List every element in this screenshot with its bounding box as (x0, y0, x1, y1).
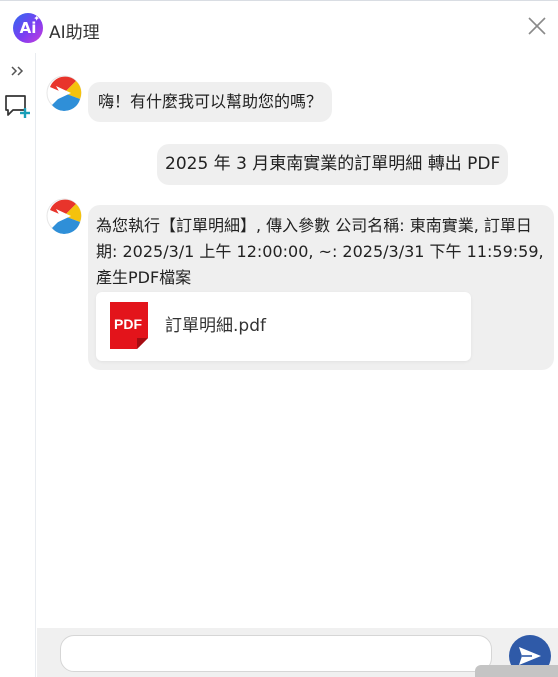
assistant-message-bubble: 為您執行【訂單明細】, 傳入參數 公司名稱: 東南實業, 訂單日期: 2025/… (88, 205, 554, 370)
assistant-avatar (46, 198, 82, 234)
scroll-handle[interactable] (475, 665, 558, 677)
message-text: 為您執行【訂單明細】, 傳入參數 公司名稱: 東南實業, 訂單日期: 2025/… (96, 216, 544, 287)
chat-input[interactable] (60, 635, 492, 672)
header: Ai ✦ AI助理 (0, 1, 558, 53)
new-chat-icon (5, 95, 30, 118)
pdf-icon-label: PDF (114, 316, 142, 332)
assistant-avatar (46, 75, 82, 111)
input-bar (37, 628, 558, 677)
user-message-bubble: 2025 年 3 月東南實業的訂單明細 轉出 PDF (157, 144, 509, 185)
message-text: 嗨！有什麼我可以幫助您的嗎？ (98, 92, 323, 111)
pdf-attachment-card[interactable]: PDF 訂單明細.pdf (96, 292, 471, 361)
close-icon (528, 17, 546, 35)
side-rail (0, 53, 36, 677)
sparkle-icon: ✦ (33, 14, 40, 23)
double-chevron-right-icon (11, 66, 24, 76)
ai-assistant-logo-icon: Ai ✦ (13, 13, 43, 43)
expand-sidebar-button[interactable] (9, 63, 25, 77)
app-title: AI助理 (49, 23, 100, 43)
attachment-file-name[interactable]: 訂單明細.pdf (165, 313, 266, 339)
message-text: 2025 年 3 月東南實業的訂單明細 轉出 PDF (165, 154, 501, 174)
send-icon (519, 647, 541, 665)
pdf-file-icon: PDF (110, 302, 148, 349)
close-button[interactable] (526, 15, 548, 37)
assistant-message-bubble: 嗨！有什麼我可以幫助您的嗎？ (88, 82, 333, 122)
new-chat-button[interactable] (4, 93, 32, 121)
chat-conversation: 嗨！有什麼我可以幫助您的嗎？ 2025 年 3 月東南實業的訂單明細 轉出 PD… (37, 53, 558, 628)
